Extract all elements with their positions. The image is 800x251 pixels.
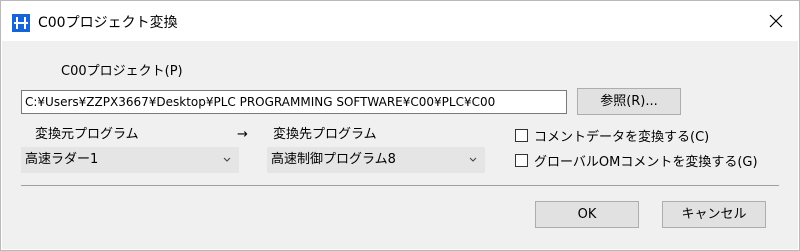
convert-comment-label: コメントデータを変換する(C) [534, 129, 710, 145]
convert-comment-checkbox[interactable] [515, 128, 528, 142]
target-program-value: 高速制御プログラム8 [271, 152, 396, 167]
chevron-down-icon [220, 148, 234, 172]
separator [21, 185, 779, 186]
window-title: C00プロジェクト変換 [38, 15, 178, 31]
convert-global-comment-checkbox[interactable] [515, 153, 528, 167]
convert-global-comment-label: グローバルOMコメントを変換する(G) [534, 154, 758, 170]
chevron-down-icon [466, 148, 480, 172]
convert-comment-option[interactable]: コメントデータを変換する(C) [515, 125, 709, 145]
cancel-button[interactable]: キャンセル [662, 201, 766, 228]
ok-button[interactable]: OK [535, 201, 639, 228]
title-bar[interactable]: C00プロジェクト変換 [1, 1, 799, 41]
convert-global-comment-option[interactable]: グローバルOMコメントを変換する(G) [515, 150, 758, 170]
target-program-select[interactable]: 高速制御プログラム8 [267, 147, 485, 173]
close-button[interactable] [753, 1, 799, 41]
browse-button[interactable]: 参照(R)... [577, 88, 681, 115]
project-label: C00プロジェクト(P) [61, 64, 183, 79]
project-conversion-dialog: C00プロジェクト変換 C00プロジェクト(P) C:¥Users¥ZZPX36… [0, 0, 800, 251]
target-program-label: 変換先プログラム [273, 127, 377, 142]
grid-app-icon [12, 14, 30, 32]
source-program-value: 高速ラダー1 [25, 152, 99, 167]
close-icon [769, 14, 783, 28]
source-program-label: 変換元プログラム [35, 127, 139, 142]
project-path-input[interactable]: C:¥Users¥ZZPX3667¥Desktop¥PLC PROGRAMMIN… [21, 90, 567, 114]
source-program-select[interactable]: 高速ラダー1 [21, 147, 239, 173]
arrow-label: → [237, 127, 248, 142]
